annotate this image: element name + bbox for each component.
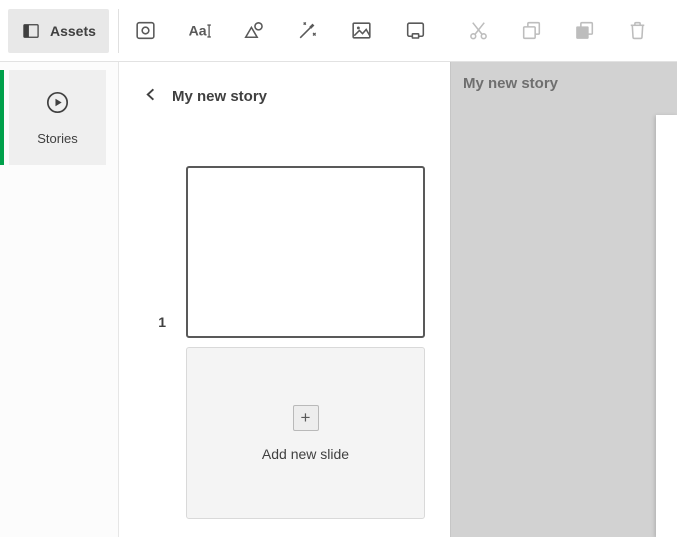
delete-button[interactable] bbox=[611, 9, 664, 53]
slide-panel-header: My new story bbox=[119, 82, 450, 110]
text-object-button[interactable]: Aa bbox=[173, 9, 227, 53]
story-title: My new story bbox=[172, 88, 267, 105]
snapshot-library-icon bbox=[133, 18, 158, 43]
slide-thumbnail[interactable] bbox=[186, 166, 425, 338]
cut-icon bbox=[466, 18, 491, 43]
add-new-slide-label: Add new slide bbox=[262, 446, 349, 462]
app-window: Assets Aa bbox=[0, 0, 677, 537]
sidebar-item-stories-label: Stories bbox=[37, 131, 77, 146]
embed-sheet-button[interactable] bbox=[389, 9, 443, 53]
paste-button[interactable] bbox=[558, 9, 611, 53]
cut-button[interactable] bbox=[452, 9, 505, 53]
shapes-library-icon bbox=[241, 18, 266, 43]
assets-panel-icon bbox=[21, 21, 41, 41]
slide-canvas[interactable] bbox=[656, 115, 677, 537]
text-object-icon: Aa bbox=[187, 18, 213, 44]
copy-button[interactable] bbox=[505, 9, 558, 53]
story-canvas-panel: My new story bbox=[451, 62, 677, 537]
edit-actions-group bbox=[452, 9, 664, 53]
slide-row: 1 bbox=[119, 166, 450, 338]
story-tools-group: Aa bbox=[119, 9, 443, 53]
paste-icon bbox=[572, 18, 597, 43]
canvas-story-title: My new story bbox=[463, 75, 558, 92]
effects-library-icon bbox=[295, 18, 320, 43]
svg-text:Aa: Aa bbox=[189, 22, 207, 38]
sidebar-item-stories[interactable]: Stories bbox=[9, 70, 106, 165]
effects-library-button[interactable] bbox=[281, 9, 335, 53]
main-area: Stories My new story 1 bbox=[0, 62, 677, 537]
shapes-library-button[interactable] bbox=[227, 9, 281, 53]
slide-number: 1 bbox=[119, 166, 186, 338]
delete-icon bbox=[625, 18, 650, 43]
snapshot-library-button[interactable] bbox=[119, 9, 173, 53]
assets-button[interactable]: Assets bbox=[8, 9, 109, 53]
slide-list: 1 + Add new slide bbox=[119, 166, 450, 519]
left-sidebar: Stories bbox=[0, 62, 119, 537]
media-library-button[interactable] bbox=[335, 9, 389, 53]
embed-sheet-icon bbox=[403, 18, 428, 43]
stories-active-indicator bbox=[0, 70, 4, 165]
assets-button-label: Assets bbox=[50, 23, 96, 39]
slide-navigator-panel: My new story 1 + Add new slide bbox=[119, 62, 451, 537]
add-new-slide-button[interactable]: + Add new slide bbox=[186, 347, 425, 519]
stories-play-circle-icon bbox=[44, 89, 71, 121]
copy-icon bbox=[519, 18, 544, 43]
media-library-icon bbox=[349, 18, 374, 43]
plus-icon: + bbox=[293, 405, 319, 431]
top-toolbar: Assets Aa bbox=[0, 0, 677, 62]
back-button[interactable] bbox=[143, 88, 159, 104]
chevron-left-icon bbox=[144, 87, 159, 105]
